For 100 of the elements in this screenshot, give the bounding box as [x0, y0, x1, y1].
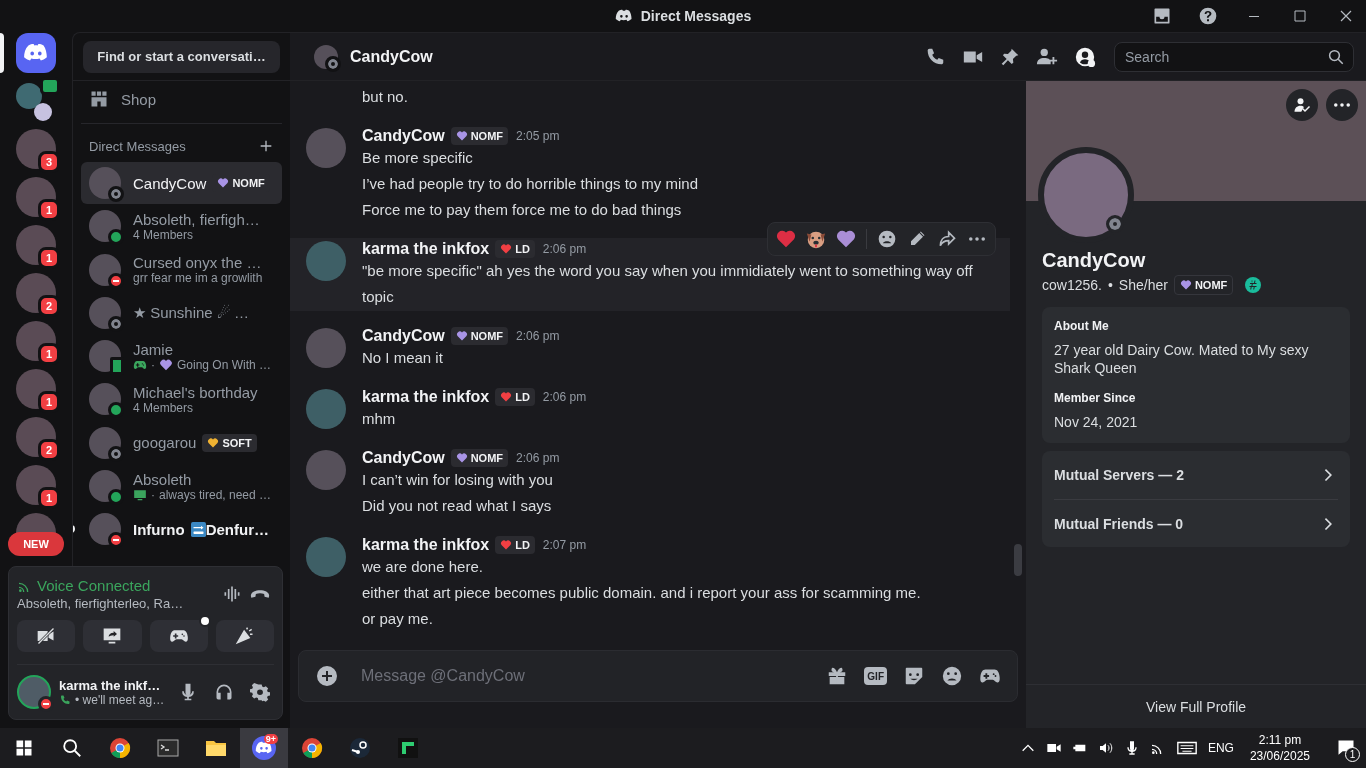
conversation-name: CandyCow — [133, 174, 207, 192]
unread-count-badge: 1 — [38, 343, 60, 365]
taskbar-app[interactable]: 9+ — [240, 728, 288, 768]
tag-badge: NOMF — [450, 448, 509, 467]
notifications-button[interactable]: 1 — [1326, 728, 1366, 768]
heart-icon — [159, 357, 173, 372]
settings-icon — [250, 682, 270, 702]
unread-count-badge: 1 — [38, 391, 60, 413]
monitor-icon — [133, 487, 147, 502]
dm-subtitle: · — [151, 357, 155, 372]
conversation-item[interactable]: googarou SOFT — [81, 421, 282, 464]
message-text: but no. — [362, 87, 408, 107]
more-button[interactable] — [1326, 89, 1358, 121]
heart-icon — [1179, 279, 1192, 291]
attach-button[interactable] — [315, 664, 339, 688]
conversation-item[interactable]: Jamie · Going On With … — [81, 335, 282, 378]
conversation-name: Michael's borthday — [133, 384, 258, 401]
author-name: CandyCow — [362, 126, 445, 145]
about-text: 27 year old Dairy Cow. Mated to My sexy Shark Queen — [1054, 341, 1310, 377]
phone-icon — [59, 693, 71, 706]
find-conversation-button[interactable]: Find or start a conversati… — [83, 40, 280, 73]
avatar — [89, 513, 121, 546]
unread-count-badge: 1 — [38, 487, 60, 509]
heart-icon — [455, 129, 468, 142]
search-field[interactable]: Search — [1114, 41, 1354, 72]
mutuals-row[interactable]: Mutual Servers — 2 — [1054, 451, 1338, 499]
inbox-icon — [1152, 6, 1172, 26]
conversation-item[interactable]: Absoleth, fierfigh… 4 Members — [81, 205, 282, 248]
message-text: or pay me. — [362, 609, 434, 629]
conversation-item[interactable]: Cursed onyx the … grr fear me im a growlith — [81, 248, 282, 291]
new-unreads-button[interactable]: NEW — [8, 532, 64, 556]
heart-icon — [207, 436, 220, 449]
dm-subtitle: 4 Members — [133, 227, 194, 242]
avatar — [89, 383, 121, 416]
browser-icon — [108, 736, 132, 760]
timestamp: 2:06 pm — [516, 450, 560, 465]
heart-icon — [500, 390, 513, 403]
avatar — [306, 389, 346, 429]
shop-icon — [89, 89, 109, 109]
message-text: "be more specific" ah yes the word you say when you immidiately went to something way off topic — [362, 261, 974, 307]
timestamp: 2:06 pm — [542, 241, 587, 256]
tag-badge: NOMF — [450, 126, 509, 145]
conversation-item[interactable]: Michael's borthday 4 Members — [81, 378, 282, 421]
message-text: Did you not read what I says — [362, 496, 553, 516]
friend-status-button[interactable] — [1286, 89, 1318, 121]
screen-share-button[interactable] — [83, 620, 142, 652]
conversation-name: Denfur… — [205, 520, 269, 538]
language-indicator[interactable]: ENG — [1207, 741, 1234, 755]
shop-link[interactable]: Shop — [81, 81, 282, 119]
unread-count-badge: 1 — [38, 247, 60, 269]
unread-count-badge: 2 — [38, 439, 60, 461]
dm-subtitle: Going On With … — [177, 357, 272, 372]
timestamp: 2:06 pm — [516, 328, 560, 343]
user-profile-button[interactable] — [1074, 45, 1096, 68]
dm-subtitle: grr fear me im a growlith — [133, 271, 263, 286]
conversation-name: Absoleth, fierfigh… — [133, 210, 260, 228]
heart-icon — [835, 228, 857, 250]
server-avatar[interactable] — [16, 513, 56, 533]
create-dm-button[interactable] — [258, 138, 274, 154]
gif-button[interactable]: GIF — [864, 667, 887, 685]
mutuals-row[interactable]: Mutual Friends — 0 — [1054, 499, 1338, 547]
voice-status: Voice Connected — [37, 577, 151, 594]
camera-button[interactable] — [17, 620, 76, 652]
screen-share-icon — [102, 626, 123, 646]
voice-channel-name[interactable]: Absoleth, fierfighterleo, Ra… — [17, 596, 218, 611]
author-name: karma the inkfox — [362, 239, 490, 258]
tag-badge: NOMF — [1173, 275, 1234, 295]
search-input[interactable]: Search — [1123, 47, 1327, 66]
terminal-icon — [156, 736, 180, 760]
conversation-item[interactable]: CandyCow NOMF — [81, 162, 282, 204]
help-icon — [1198, 6, 1218, 26]
close-icon — [1339, 9, 1353, 23]
conversation-name: Absoleth — [133, 470, 192, 488]
browser-icon — [300, 736, 324, 760]
section-header: Direct Messages — [89, 138, 186, 154]
speaker-icon — [1097, 740, 1114, 756]
conversation-name: Jamie — [133, 340, 173, 358]
conversation-item[interactable]: ★ Sunshine ☄ … — [81, 291, 282, 334]
maximize-icon — [1293, 9, 1307, 23]
user-check-icon — [1293, 96, 1311, 114]
conversation-item[interactable]: Absoleth · always tired, need … — [81, 465, 282, 508]
timestamp: 2:06 pm — [542, 389, 587, 404]
soundboard-button[interactable] — [215, 620, 274, 652]
home-button[interactable] — [16, 33, 56, 73]
pinned-messages-button[interactable] — [1000, 46, 1020, 67]
user-name: karma the inkf… — [59, 677, 162, 693]
scrollbar-thumb[interactable] — [1014, 544, 1022, 576]
author-name: karma the inkfox — [362, 535, 490, 554]
conversation-item[interactable]: Infurno Denfur… — [81, 508, 282, 551]
sticker-button[interactable] — [903, 665, 925, 687]
message-input[interactable]: Message @CandyCow — [359, 666, 811, 686]
heart-icon — [455, 451, 468, 464]
soon-emoji-icon — [190, 521, 206, 537]
avatar — [89, 426, 121, 459]
conversation-title: CandyCow — [350, 47, 433, 66]
windows-logo-icon — [14, 738, 34, 758]
profile-name: CandyCow — [1042, 249, 1147, 272]
pencil-icon — [908, 230, 926, 248]
steam-icon — [348, 736, 372, 760]
conversation-name: googarou — [133, 434, 197, 452]
